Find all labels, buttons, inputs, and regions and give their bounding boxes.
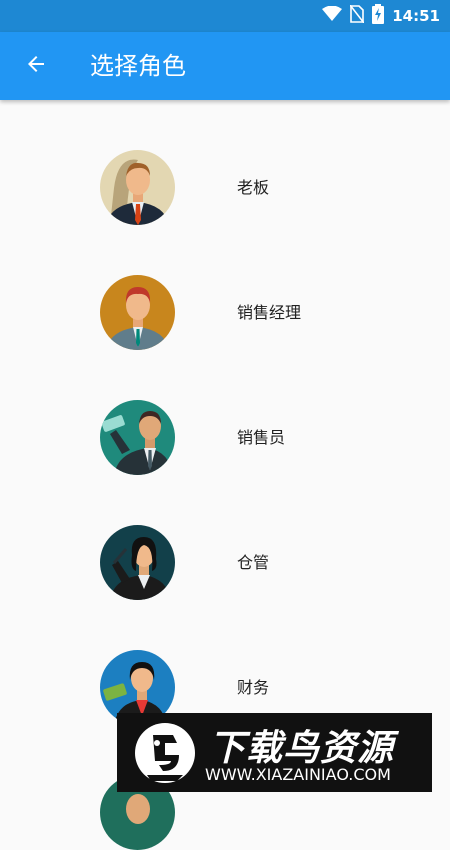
role-item-finance[interactable]: 财务 <box>0 600 450 725</box>
sales-manager-avatar <box>100 275 175 350</box>
role-label: 仓管 <box>237 553 270 572</box>
role-list: 老板 销售经理 销售员 仓管 财务 <box>0 100 450 850</box>
app-bar: 选择角色 <box>0 32 450 100</box>
warehouse-keeper-avatar <box>100 525 175 600</box>
page-title: 选择角色 <box>90 52 186 80</box>
status-bar: 14:51 <box>0 0 450 32</box>
role-label: 销售经理 <box>237 303 302 322</box>
boss-avatar <box>100 150 175 225</box>
no-sim-icon <box>349 4 365 27</box>
role-item-boss[interactable]: 老板 <box>0 100 450 225</box>
salesperson-avatar <box>100 400 175 475</box>
watermark-url: WWW.XIAZAINIAO.COM <box>205 765 391 784</box>
bird-logo-icon <box>133 721 197 785</box>
status-time: 14:51 <box>392 7 440 25</box>
role-item-warehouse-keeper[interactable]: 仓管 <box>0 475 450 600</box>
role-label: 老板 <box>237 178 270 197</box>
watermark-banner: 下载鸟资源 WWW.XIAZAINIAO.COM <box>117 713 432 792</box>
back-button[interactable] <box>14 44 58 88</box>
arrow-left-icon <box>24 52 48 80</box>
role-item-sales-manager[interactable]: 销售经理 <box>0 225 450 350</box>
battery-charging-icon <box>372 4 385 28</box>
role-label: 销售员 <box>237 428 286 447</box>
role-label: 财务 <box>237 678 270 697</box>
watermark-title: 下载鸟资源 <box>209 728 395 769</box>
wifi-icon <box>322 5 343 26</box>
status-icons: 14:51 <box>322 0 440 32</box>
role-item-salesperson[interactable]: 销售员 <box>0 350 450 475</box>
